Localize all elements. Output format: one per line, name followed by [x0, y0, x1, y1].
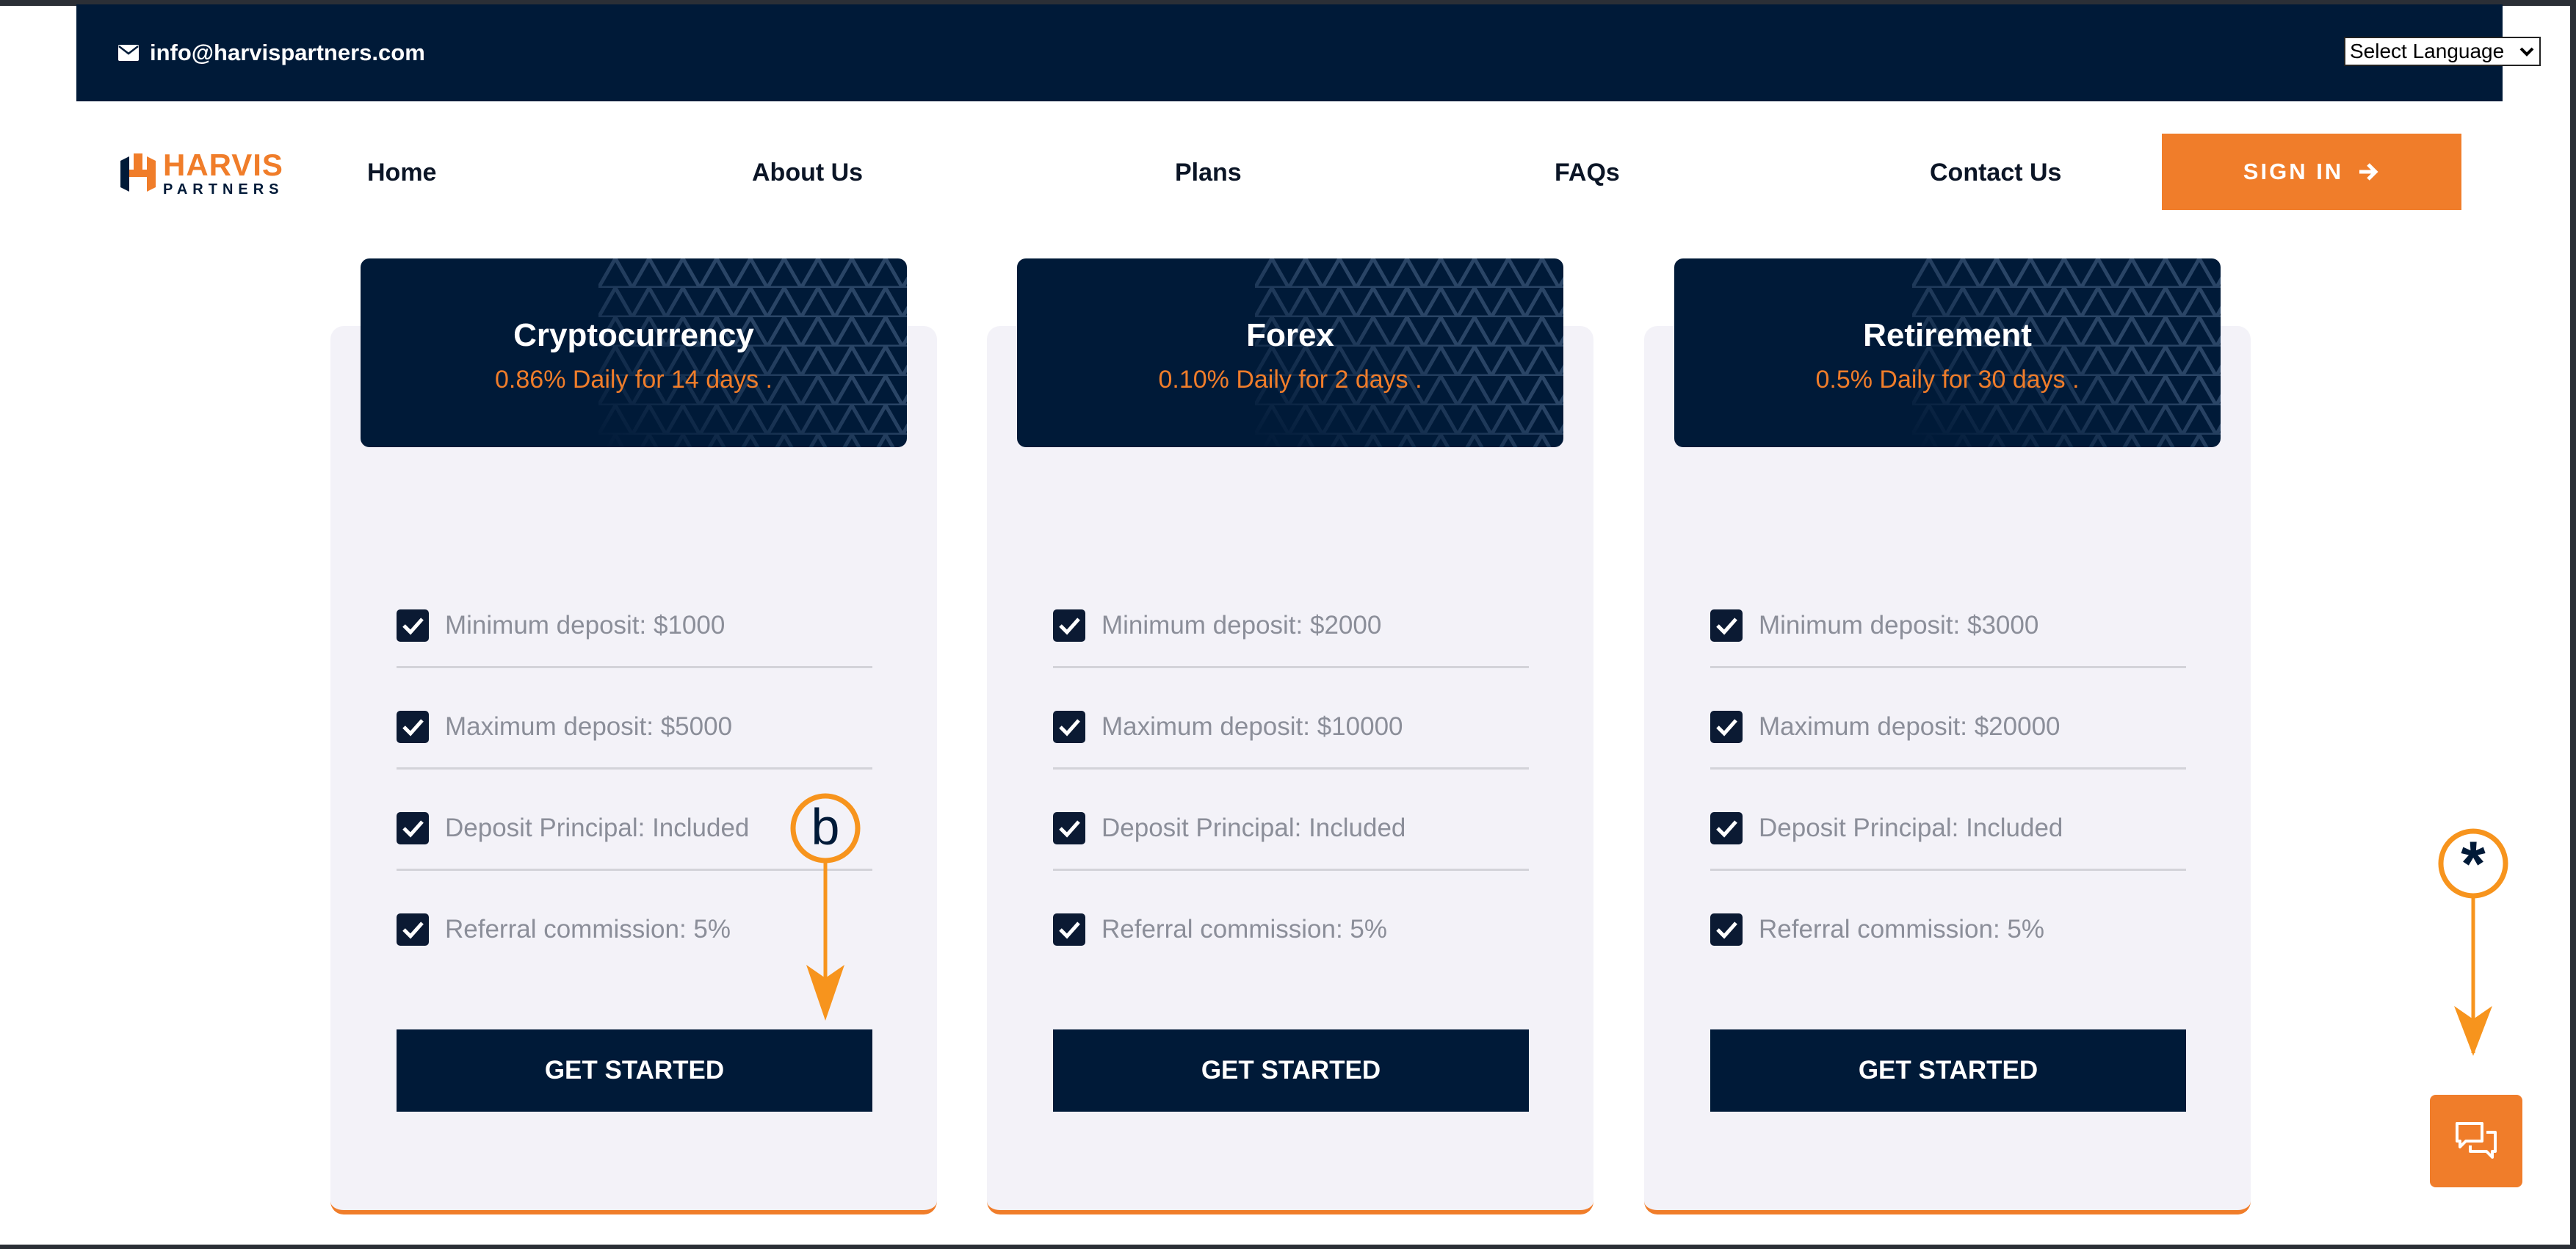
top-bar: info@harvispartners.com Select Language: [76, 4, 2541, 101]
nav-faqs[interactable]: FAQs: [1555, 159, 1620, 187]
feature-text: Referral commission: 5%: [1759, 915, 2044, 944]
checkbox-checked-icon: [397, 711, 429, 743]
checkbox-checked-icon: [397, 812, 429, 844]
chevron-down-icon: [2519, 47, 2534, 57]
feature-text: Deposit Principal: Included: [445, 814, 750, 842]
feature-item: Maximum deposit: $10000: [1053, 668, 1529, 770]
language-select-label: Select Language: [2350, 40, 2505, 62]
browser-frame-bottom: [0, 1245, 2576, 1249]
checkbox-checked-icon: [1710, 711, 1743, 743]
checkbox-checked-icon: [1053, 913, 1085, 946]
feature-item: Deposit Principal: Included: [1053, 770, 1529, 871]
nav-plans[interactable]: Plans: [1175, 159, 1242, 187]
plan-rate: 0.5% Daily for 30 days .: [1815, 366, 2080, 394]
plan-title: Retirement: [1863, 317, 2032, 353]
language-select[interactable]: Select Language: [2344, 37, 2541, 66]
nav-about-us[interactable]: About Us: [752, 159, 863, 187]
browser-frame-right: [2570, 0, 2576, 1249]
plan-header-retirement: Retirement 0.5% Daily for 30 days .: [1674, 258, 2221, 447]
logo-mark-icon: [120, 153, 156, 192]
plan-title: Forex: [1246, 317, 1334, 353]
checkbox-checked-icon: [1053, 711, 1085, 743]
feature-text: Referral commission: 5%: [445, 915, 731, 944]
feature-text: Maximum deposit: $5000: [445, 712, 733, 741]
checkbox-checked-icon: [1053, 812, 1085, 844]
envelope-icon: [118, 45, 139, 61]
plan-card-forex: Minimum deposit: $2000 Maximum deposit: …: [987, 326, 1593, 1214]
get-started-button-forex[interactable]: GET STARTED: [1053, 1029, 1529, 1112]
annotation-label-b: b: [811, 798, 840, 855]
feature-text: Minimum deposit: $1000: [445, 611, 726, 640]
nav-home[interactable]: Home: [367, 159, 436, 187]
plan-header-cryptocurrency: Cryptocurrency 0.86% Daily for 14 days .: [361, 258, 907, 447]
feature-item: Minimum deposit: $1000: [397, 567, 872, 668]
feature-text: Referral commission: 5%: [1101, 915, 1387, 944]
feature-text: Deposit Principal: Included: [1759, 814, 2063, 842]
checkbox-checked-icon: [397, 609, 429, 642]
annotation-label-star: *: [2461, 829, 2486, 899]
chat-widget-button[interactable]: [2430, 1095, 2522, 1187]
arrow-right-icon: [2359, 163, 2378, 181]
plan-header-forex: Forex 0.10% Daily for 2 days .: [1017, 258, 1563, 447]
plan-card-cryptocurrency: Minimum deposit: $1000 Maximum deposit: …: [330, 326, 937, 1214]
feature-item: Referral commission: 5%: [1053, 871, 1529, 972]
logo-text-harvis: HARVIS: [163, 148, 283, 182]
checkbox-checked-icon: [1710, 812, 1743, 844]
feature-item: Referral commission: 5%: [1710, 871, 2186, 972]
sign-in-button[interactable]: SIGN IN: [2162, 134, 2461, 210]
sign-in-label: SIGN IN: [2243, 159, 2344, 184]
chat-bubbles-icon: [2456, 1122, 2497, 1159]
feature-text: Deposit Principal: Included: [1101, 814, 1406, 842]
feature-text: Minimum deposit: $2000: [1101, 611, 1382, 640]
feature-item: Deposit Principal: Included: [1710, 770, 2186, 871]
plan-card-retirement: Minimum deposit: $3000 Maximum deposit: …: [1644, 326, 2251, 1214]
get-started-button-cryptocurrency[interactable]: GET STARTED: [397, 1029, 872, 1112]
feature-text: Maximum deposit: $10000: [1101, 712, 1403, 741]
feature-item: Maximum deposit: $20000: [1710, 668, 2186, 770]
plan-rate: 0.10% Daily for 2 days .: [1158, 366, 1422, 394]
checkbox-checked-icon: [1053, 609, 1085, 642]
checkbox-checked-icon: [397, 913, 429, 946]
checkbox-checked-icon: [1710, 609, 1743, 642]
email-text: info@harvispartners.com: [150, 40, 425, 65]
get-started-button-retirement[interactable]: GET STARTED: [1710, 1029, 2186, 1112]
feature-item: Maximum deposit: $5000: [397, 668, 872, 770]
plan-rate: 0.86% Daily for 14 days .: [495, 366, 773, 394]
nav-contact-us[interactable]: Contact Us: [1930, 159, 2061, 187]
main-nav: HARVIS PARTNERS Home About Us Plans FAQs…: [76, 101, 2503, 241]
plan-title: Cryptocurrency: [513, 317, 754, 353]
email-link[interactable]: info@harvispartners.com: [117, 40, 425, 66]
feature-item: Minimum deposit: $2000: [1053, 567, 1529, 668]
logo-text-partners: PARTNERS: [163, 181, 284, 198]
feature-text: Minimum deposit: $3000: [1759, 611, 2039, 640]
feature-text: Maximum deposit: $20000: [1759, 712, 2061, 741]
site-logo[interactable]: HARVIS PARTNERS: [117, 150, 284, 197]
feature-item: Minimum deposit: $3000: [1710, 567, 2186, 668]
checkbox-checked-icon: [1710, 913, 1743, 946]
